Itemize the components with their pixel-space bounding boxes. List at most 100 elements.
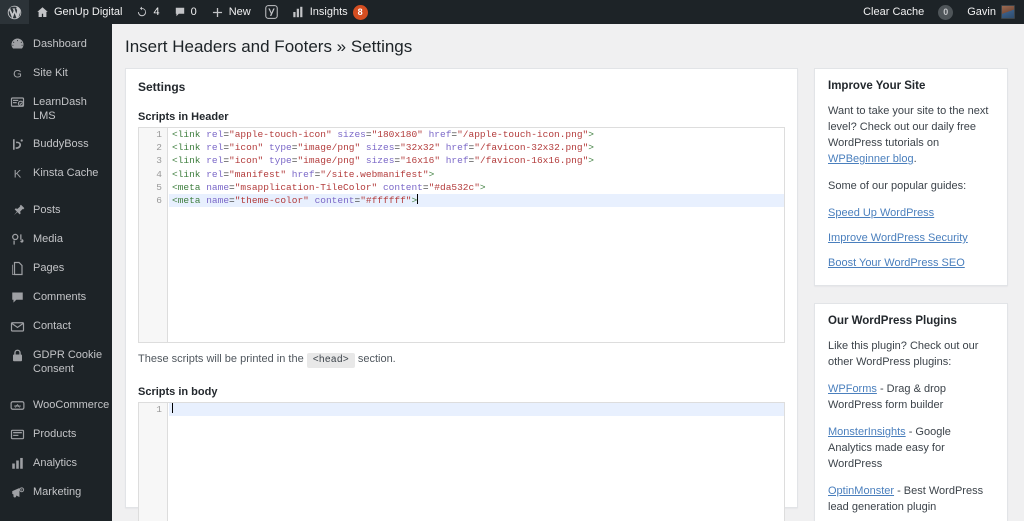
sidebar-item-contact[interactable]: Contact: [0, 312, 112, 341]
code-line[interactable]: <link rel="apple-touch-icon" sizes="180x…: [172, 128, 784, 141]
clear-cache-button[interactable]: Clear Cache: [856, 0, 931, 24]
site-name-menu[interactable]: GenUp Digital: [29, 0, 129, 24]
guide-link[interactable]: Speed Up WordPress: [828, 207, 934, 219]
code-token-attr: href: [429, 129, 452, 140]
code-token-attr: content: [315, 195, 355, 206]
yoast-seo-menu[interactable]: [258, 0, 285, 24]
sidebar-item-label: Dashboard: [33, 37, 87, 51]
settings-card: Settings Scripts in Header 123456 <link …: [125, 68, 798, 508]
sidebar-item-learndash-lms[interactable]: LearnDash LMS: [0, 88, 112, 130]
code-token-str: "/apple-touch-icon.png": [457, 129, 588, 140]
svg-text:e: e: [20, 488, 22, 492]
sidebar-item-media[interactable]: Media: [0, 225, 112, 254]
sidebar-item-analytics[interactable]: Analytics: [0, 449, 112, 478]
comments-count: 0: [191, 6, 197, 18]
code-line[interactable]: <meta name="theme-color" content="#fffff…: [172, 194, 784, 207]
our-wordpress-plugins-title: Our WordPress Plugins: [828, 315, 994, 327]
dashboard-icon: [8, 37, 26, 52]
plugin-link[interactable]: OptinMonster: [828, 485, 894, 497]
improve-your-site-title: Improve Your Site: [828, 80, 994, 92]
scripts-in-body-editor[interactable]: 1: [138, 402, 785, 521]
side-column: Improve Your Site Want to take your site…: [814, 68, 1008, 521]
scripts-in-header-editor[interactable]: 123456 <link rel="apple-touch-icon" size…: [138, 127, 785, 343]
guide-link-row: Boost Your WordPress SEO: [828, 255, 994, 271]
code-token-str: "icon": [229, 155, 263, 166]
sidebar-item-buddyboss[interactable]: BuddyBoss: [0, 130, 112, 159]
sidebar-item-kinsta-cache[interactable]: K Kinsta Cache: [0, 159, 112, 188]
code-token-tag: <link: [172, 155, 206, 166]
code-token-str: "32x32": [400, 142, 440, 153]
improve-links-list: Speed Up WordPress Improve WordPress Secu…: [828, 205, 994, 271]
sidebar-item-comments[interactable]: Comments: [0, 283, 112, 312]
guide-link[interactable]: Boost Your WordPress SEO: [828, 257, 965, 269]
code-line[interactable]: <link rel="icon" type="image/png" sizes=…: [172, 154, 784, 167]
body-editor-gutter: 1: [139, 403, 168, 521]
code-token-tag: >: [588, 142, 594, 153]
sidebar-item-products[interactable]: Products: [0, 420, 112, 449]
content-area: Insert Headers and Footers » Settings Se…: [112, 24, 1024, 521]
svg-text:woo: woo: [14, 404, 21, 408]
sidebar-item-marketing[interactable]: e Marketing: [0, 478, 112, 507]
text-cursor: [417, 194, 418, 204]
sidebar-item-woocommerce[interactable]: wooWooCommerce: [0, 391, 112, 420]
plugin-link[interactable]: WPForms: [828, 383, 877, 395]
columns-wrapper: Settings Scripts in Header 123456 <link …: [112, 68, 1024, 521]
code-token-tag: <meta: [172, 182, 206, 193]
code-token-attr: href: [446, 155, 469, 166]
google-site-kit-icon: G: [8, 66, 26, 81]
help-text-before: These scripts will be printed in the: [138, 353, 304, 365]
wpbeginner-blog-link[interactable]: WPBeginner blog: [828, 153, 914, 165]
code-line[interactable]: <link rel="manifest" href="/site.webmani…: [172, 168, 784, 181]
improve-your-site-box: Improve Your Site Want to take your site…: [814, 68, 1008, 286]
scripts-in-header-label: Scripts in Header: [138, 111, 785, 123]
code-line[interactable]: <meta name="msapplication-TileColor" con…: [172, 181, 784, 194]
body-editor-code[interactable]: [169, 403, 784, 521]
sidebar-item-posts[interactable]: Posts: [0, 196, 112, 225]
guide-link[interactable]: Improve WordPress Security: [828, 232, 968, 244]
code-token-attr: rel: [206, 169, 223, 180]
bar-chart-icon: [292, 6, 305, 18]
svg-text:K: K: [13, 169, 21, 181]
plugin-links-list: WPForms - Drag & drop WordPress form bui…: [828, 381, 994, 521]
code-line[interactable]: <link rel="icon" type="image/png" sizes=…: [172, 141, 784, 154]
clear-cache-label: Clear Cache: [863, 6, 924, 18]
our-wordpress-plugins-box: Our WordPress Plugins Like this plugin? …: [814, 303, 1008, 521]
code-token-attr: type: [269, 155, 292, 166]
updates-menu[interactable]: 4: [129, 0, 166, 24]
code-token-attr: content: [383, 182, 423, 193]
sidebar-item-label: Media: [33, 232, 63, 246]
sidebar-item-label: Kinsta Cache: [33, 166, 98, 180]
insights-menu[interactable]: Insights 8: [285, 0, 375, 24]
text-cursor: [172, 403, 173, 413]
user-account-menu[interactable]: Gavin: [960, 0, 1024, 24]
code-token-tag: >: [588, 155, 594, 166]
header-editor-code[interactable]: <link rel="apple-touch-icon" sizes="180x…: [169, 128, 784, 342]
code-token-attr: rel: [206, 129, 223, 140]
insights-label: Insights: [310, 6, 348, 18]
popular-guides-intro: Some of our popular guides:: [828, 178, 994, 194]
svg-text:G: G: [13, 69, 22, 81]
sidebar-item-site-kit[interactable]: G Site Kit: [0, 59, 112, 88]
sidebar-item-gdpr-cookie-consent[interactable]: GDPR Cookie Consent: [0, 341, 112, 383]
line-number: 3: [139, 154, 167, 167]
plugin-link[interactable]: MonsterInsights: [828, 426, 906, 438]
plus-icon: [211, 6, 224, 19]
code-token-tag: >: [429, 169, 435, 180]
wp-logo-menu[interactable]: [0, 0, 29, 24]
code-token-str: "16x16": [400, 155, 440, 166]
sidebar-item-elementor[interactable]: Elementor: [0, 515, 112, 521]
comments-menu[interactable]: 0: [167, 0, 204, 24]
sidebar-item-pages[interactable]: Pages: [0, 254, 112, 283]
new-content-menu[interactable]: New: [204, 0, 258, 24]
code-token-str: "msapplication-TileColor": [235, 182, 378, 193]
code-line[interactable]: [172, 403, 784, 416]
sidebar-item-label: BuddyBoss: [33, 137, 89, 151]
sidebar-item-label: Contact: [33, 319, 71, 333]
yoast-seo-icon: [265, 5, 278, 19]
sidebar-item-dashboard[interactable]: Dashboard: [0, 30, 112, 59]
sidebar-item-label: Marketing: [33, 485, 81, 499]
cache-count-item[interactable]: 0: [931, 0, 960, 24]
sidebar-item-label: Site Kit: [33, 66, 68, 80]
code-token-tag: >: [480, 182, 486, 193]
code-token-str: "/favicon-16x16.png": [474, 155, 588, 166]
